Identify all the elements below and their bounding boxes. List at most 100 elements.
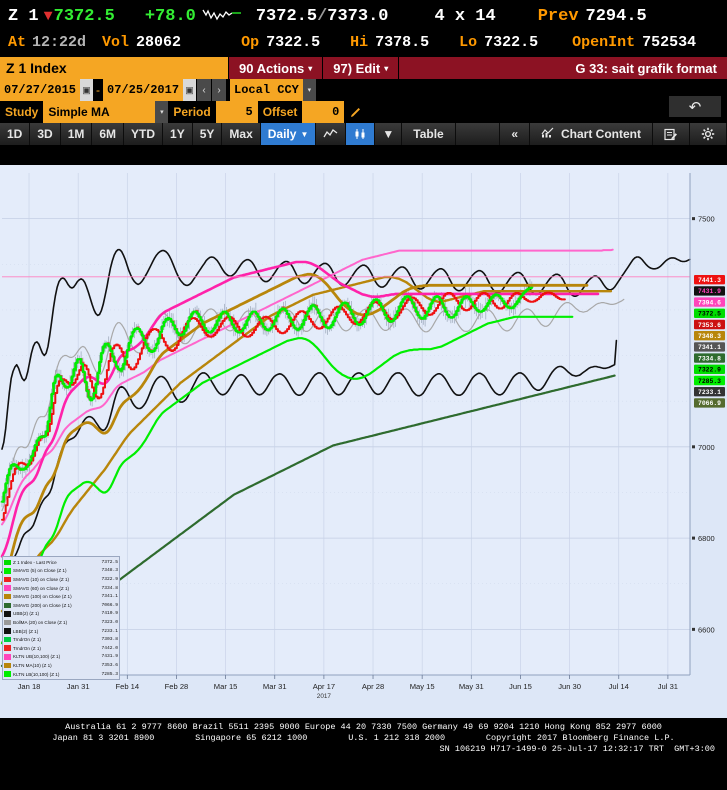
open-value: 7322.5 xyxy=(266,34,321,51)
security-field[interactable]: Z 1 Index xyxy=(0,57,228,79)
study-bar: Study Simple MA ▾ Period 5 Offset 0 xyxy=(0,101,727,123)
offset-input[interactable]: 0 xyxy=(302,101,345,123)
legend-item[interactable]: SMAVG (60) on Close (Z 1) 7334.8 xyxy=(4,584,118,593)
study-type-selector[interactable]: Simple MA xyxy=(43,101,156,123)
bid-ask-size: 4 x 14 xyxy=(434,7,496,26)
legend-item[interactable]: KLTN LB(10,100) (Z 1) 7285.3 xyxy=(4,670,118,679)
last-price: 7372.5 xyxy=(53,7,115,26)
legend-color-swatch xyxy=(4,636,11,643)
range-button-5y[interactable]: 5Y xyxy=(193,123,223,145)
price-tag-label: 7348.3 xyxy=(698,333,721,340)
sparkline-icon xyxy=(202,6,242,28)
price-tag[interactable]: 7353.6 xyxy=(694,319,725,330)
legend-item[interactable]: KLTN UB(10,100) (Z 1) 7431.9 xyxy=(4,653,118,662)
legend-series-value: 7442.0 xyxy=(101,645,118,651)
x-axis-tick-label: Feb 14 xyxy=(115,682,139,691)
legend-item[interactable]: UBB(2) (Z 1) 7410.9 xyxy=(4,610,118,619)
legend-item[interactable]: LBB(2) (Z 1) 7233.1 xyxy=(4,627,118,636)
price-tag[interactable]: 7348.3 xyxy=(694,331,725,341)
legend-item[interactable]: SMAVG (200) on Close (Z 1) 7066.9 xyxy=(4,601,118,610)
gear-icon[interactable] xyxy=(690,123,727,145)
range-button-3d[interactable]: 3D xyxy=(30,123,61,145)
legend-series-name: KLTN LB(10,100) (Z 1) xyxy=(13,671,60,677)
legend-item[interactable]: TrndrOn (Z 1) 7442.0 xyxy=(4,644,118,653)
next-period-button[interactable]: › xyxy=(212,79,227,101)
legend-item[interactable]: TrndrOn (Z 1) 7303.8 xyxy=(4,635,118,644)
chart-type-dropdown[interactable]: ▼ xyxy=(375,123,403,145)
start-date-input[interactable]: 07/27/2015 xyxy=(0,79,81,101)
calendar-icon[interactable]: ▣ xyxy=(80,79,94,101)
chevron-down-icon[interactable]: ▾ xyxy=(302,79,316,101)
chevron-down-icon[interactable]: ▾ xyxy=(155,101,169,123)
calendar-icon[interactable]: ▣ xyxy=(183,79,197,101)
ask-price: 7373.0 xyxy=(327,7,389,26)
end-date-input[interactable]: 07/25/2017 xyxy=(103,79,184,101)
line-chart-icon[interactable] xyxy=(316,123,347,145)
openint-label: OpenInt xyxy=(572,34,636,51)
range-button-ytd[interactable]: YTD xyxy=(124,123,164,145)
y-axis-tick-marker xyxy=(692,536,695,540)
x-axis-tick-label: Jan 18 xyxy=(18,682,41,691)
price-tag[interactable]: 7233.1 xyxy=(694,387,725,397)
range-button-6m[interactable]: 6M xyxy=(92,123,125,145)
legend-series-name: TrndrOn (Z 1) xyxy=(13,637,41,643)
y-axis-tick-label: 6600 xyxy=(698,625,715,634)
date-range-bar: 07/27/2015 ▣ - 07/25/2017 ▣ ‹ › Local CC… xyxy=(0,79,727,101)
price-tag[interactable]: 7441.3 xyxy=(694,275,725,285)
undo-button[interactable]: ↶ xyxy=(669,96,721,117)
edit-menu[interactable]: 97) Edit ▾ xyxy=(322,57,399,79)
legend-series-value: 7285.3 xyxy=(101,671,118,677)
interval-selector[interactable]: Daily ▼ xyxy=(260,123,317,145)
candlestick-icon[interactable] xyxy=(346,123,376,145)
legend-color-swatch xyxy=(4,645,11,651)
legend-series-name: BollMA (20) on Close (Z 1) xyxy=(13,619,68,625)
price-tag[interactable]: 7431.9 xyxy=(694,286,725,296)
at-time: 12:22d xyxy=(32,34,87,51)
price-tag-label: 7394.6 xyxy=(698,299,721,306)
prev-close: 7294.5 xyxy=(585,7,647,26)
legend-color-swatch xyxy=(4,585,11,591)
legend-series-name: LBB(2) (Z 1) xyxy=(13,628,39,634)
currency-selector[interactable]: Local CCY xyxy=(230,79,303,101)
range-button-1d[interactable]: 1D xyxy=(0,123,31,145)
legend-item[interactable]: SMAVG (10) on Close (Z 1) 7322.9 xyxy=(4,575,118,584)
price-tag[interactable]: 7322.9 xyxy=(694,364,725,374)
chart-legend[interactable]: Z 1 Index - Last Price 7372.5 SMAVG (5) on… xyxy=(2,556,120,681)
actions-menu[interactable]: 90 Actions ▾ xyxy=(228,57,323,79)
legend-series-name: SMAVG (100) on Close (Z 1) xyxy=(13,594,72,600)
price-tag[interactable]: 7285.3 xyxy=(694,375,725,386)
range-button-max[interactable]: Max xyxy=(222,123,261,145)
annotate-icon[interactable] xyxy=(653,123,690,145)
legend-series-value: 7410.9 xyxy=(101,611,118,617)
table-view-button[interactable]: Table xyxy=(402,123,456,145)
price-tag[interactable]: 7372.5 xyxy=(694,308,725,318)
legend-item[interactable]: SMAVG (5) on Close (Z 1) 7348.3 xyxy=(4,567,118,576)
price-tag[interactable]: 7066.9 xyxy=(694,398,725,408)
ticker-label[interactable]: Z 1 xyxy=(8,7,39,26)
collapse-panel-button[interactable]: « xyxy=(500,123,530,145)
period-input[interactable]: 5 xyxy=(215,101,258,123)
price-tag[interactable]: 7394.6 xyxy=(694,297,725,307)
legend-series-value: 7348.3 xyxy=(101,568,118,574)
range-button-1m[interactable]: 1M xyxy=(61,123,93,145)
price-tag[interactable]: 7334.8 xyxy=(694,353,725,363)
legend-series-value: 7334.8 xyxy=(101,585,118,591)
edit-pencil-icon[interactable] xyxy=(344,101,367,123)
legend-color-swatch xyxy=(4,559,11,566)
prev-period-button[interactable]: ‹ xyxy=(197,79,212,101)
price-tag[interactable]: 7341.1 xyxy=(694,342,725,352)
prev-label: Prev xyxy=(537,7,579,26)
range-button-1y[interactable]: 1Y xyxy=(163,123,193,145)
legend-item[interactable]: SMAVG (100) on Close (Z 1) 7341.1 xyxy=(4,592,118,601)
footer-line-session: SN 106219 H717-1499-0 25-Jul-17 12:32:17… xyxy=(439,744,715,754)
legend-series-value: 7431.9 xyxy=(101,654,118,660)
chart-content-button[interactable]: Chart Content xyxy=(530,123,653,145)
offset-label: Offset xyxy=(262,105,298,119)
legend-item[interactable]: KLTN MA(10) (Z 1) 7353.6 xyxy=(4,661,118,670)
legend-item[interactable]: Z 1 Index - Last Price 7372.5 xyxy=(4,558,118,567)
chevron-down-icon: ▾ xyxy=(308,63,313,73)
date-range-dash: - xyxy=(96,83,101,97)
price-tag-label: 7441.3 xyxy=(698,277,721,284)
x-axis-tick-label: Mar 15 xyxy=(214,682,238,691)
legend-item[interactable]: BollMA (20) on Close (Z 1) 7323.0 xyxy=(4,618,118,627)
